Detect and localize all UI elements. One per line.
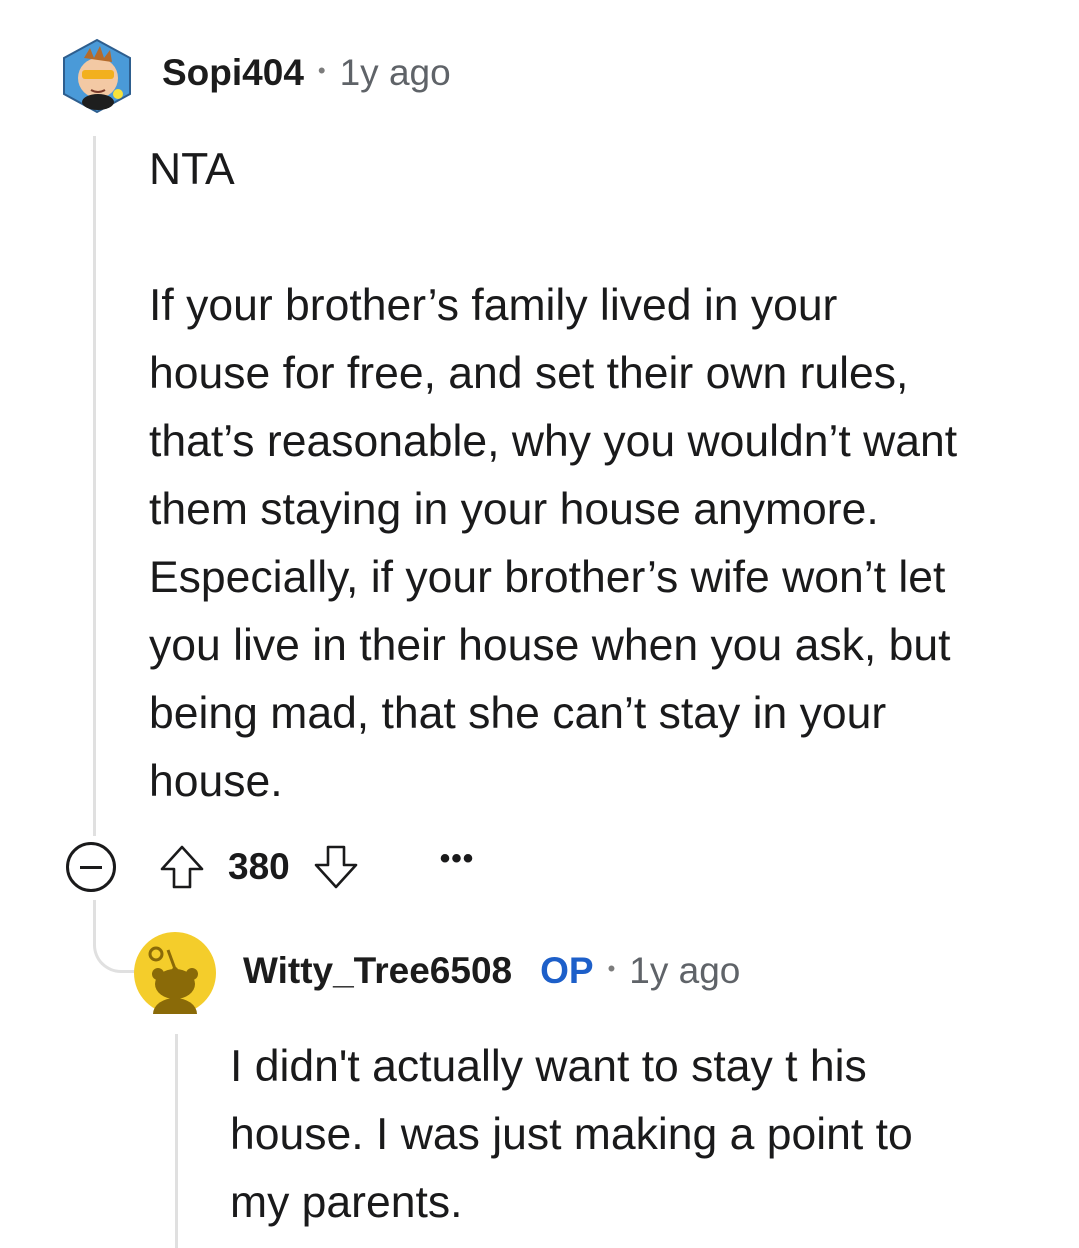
- comment-line: being mad, that she can’t stay in your: [149, 689, 887, 738]
- comment-line: NTA: [149, 145, 235, 194]
- reply-user-avatar[interactable]: [134, 932, 216, 1030]
- more-options-button[interactable]: •••: [440, 842, 475, 876]
- upvote-icon[interactable]: [156, 841, 208, 893]
- separator-dot: •: [607, 956, 616, 981]
- reply-thread-line: [175, 1034, 178, 1248]
- comment-line: house for free, and set their own rules,: [149, 349, 909, 398]
- snoo-avatar-icon: [63, 38, 131, 114]
- comment-line: them staying in your house anymore.: [149, 485, 879, 534]
- separator-dot: •: [317, 58, 326, 83]
- comment-line: house.: [149, 757, 283, 806]
- reply-thread-connector: [93, 900, 138, 973]
- reply-header: Witty_Tree6508 OP • 1y ago: [243, 950, 740, 992]
- vote-score: 380: [228, 846, 290, 887]
- downvote-icon[interactable]: [310, 841, 362, 893]
- op-badge: OP: [540, 950, 594, 991]
- reply-line: I didn't actually want to stay t his: [230, 1042, 867, 1091]
- comment-timestamp: 1y ago: [339, 52, 451, 93]
- reply-body: I didn't actually want to stay t his hou…: [230, 1033, 913, 1237]
- comment-line: If your brother’s family lived in your: [149, 281, 838, 330]
- comment-thread-line: [93, 136, 96, 836]
- minus-icon: [80, 865, 102, 869]
- user-avatar[interactable]: [58, 34, 136, 116]
- comment-actions: 380 •••: [66, 838, 474, 896]
- collapse-thread-button[interactable]: [66, 842, 116, 892]
- comment-line: Especially, if your brother’s wife won’t…: [149, 553, 946, 602]
- comment-line: that’s reasonable, why you wouldn’t want: [149, 417, 958, 466]
- reply-timestamp: 1y ago: [629, 950, 741, 991]
- comment-body: NTA If your brother’s family lived in yo…: [149, 136, 957, 816]
- reply-author[interactable]: Witty_Tree6508: [243, 950, 512, 992]
- comment-line: you live in their house when you ask, bu…: [149, 621, 951, 670]
- comment-header: Sopi404 • 1y ago: [162, 52, 451, 94]
- reply-line: my parents.: [230, 1178, 463, 1227]
- reply-line: house. I was just making a point to: [230, 1110, 913, 1159]
- snoo-default-avatar-icon: [134, 932, 216, 1030]
- comment-author[interactable]: Sopi404: [162, 52, 304, 94]
